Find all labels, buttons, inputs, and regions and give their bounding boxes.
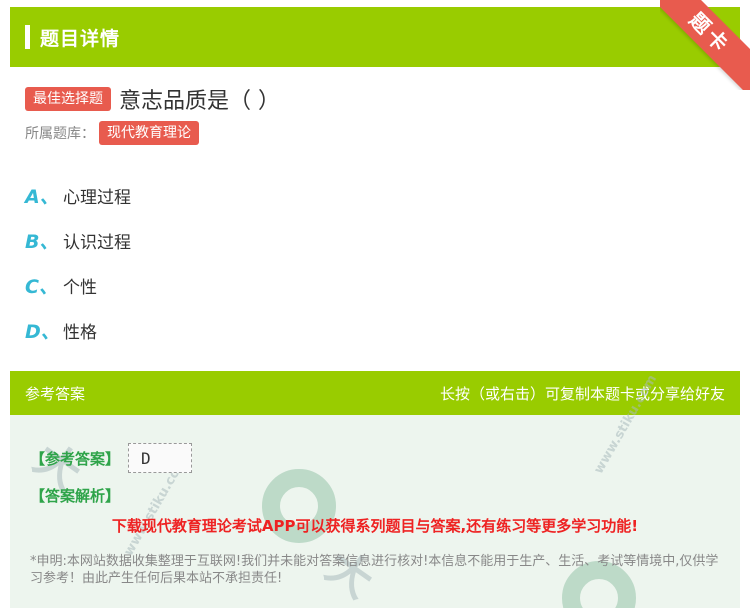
share-hint: 长按（或右击）可复制本题卡或分享给好友	[439, 384, 725, 403]
option-b[interactable]: B、 认识过程	[25, 218, 131, 263]
page-title: 题目详情	[40, 27, 121, 50]
card-header: 题目详情 题卡	[10, 0, 750, 90]
category-label: 所属题库：	[25, 126, 95, 142]
option-d[interactable]: D、 性格	[25, 308, 131, 353]
option-text: 个性	[63, 278, 97, 298]
option-letter: B、	[25, 231, 59, 253]
reference-answer-label: 【参考答案】	[30, 449, 121, 468]
card-ribbon[interactable]: 题卡	[660, 0, 750, 90]
answer-panel: 大 大 www.stiku.com www.stiku.com 参考答案 长按（…	[10, 371, 740, 608]
category-row: 所属题库： 现代教育理论	[25, 121, 199, 145]
option-letter: A、	[25, 186, 59, 208]
option-letter: D、	[25, 321, 60, 343]
question-type-tag: 最佳选择题	[25, 87, 111, 111]
download-app-link[interactable]: 下载现代教育理论考试APP可以获得系列题目与答案,还有练习等更多学习功能!	[10, 515, 740, 536]
header-accent-bar	[25, 25, 30, 49]
ribbon-label: 题卡	[660, 0, 750, 90]
answer-header-title: 参考答案	[25, 384, 86, 403]
question-card: 题目详情 题卡 最佳选择题 意志品质是（ ） 所属题库： 现代教育理论 A、 心…	[10, 0, 750, 363]
option-c[interactable]: C、 个性	[25, 263, 131, 308]
reference-answer-value: D	[128, 443, 193, 473]
disclaimer-text: *申明:本网站数据收集整理于互联网!我们并未能对答案信息进行核对!本信息不能用于…	[30, 554, 719, 586]
question-row: 最佳选择题 意志品质是（ ）	[25, 83, 280, 115]
category-tag[interactable]: 现代教育理论	[99, 121, 199, 145]
options-list: A、 心理过程 B、 认识过程 C、 个性 D、 性格	[25, 173, 131, 353]
option-text: 认识过程	[63, 233, 131, 253]
option-text: 性格	[63, 323, 97, 343]
option-text: 心理过程	[63, 188, 131, 208]
option-letter: C、	[25, 276, 58, 298]
reference-answer-row: 【参考答案】 D	[30, 443, 193, 473]
question-text: 意志品质是（ ）	[119, 89, 280, 114]
option-a[interactable]: A、 心理过程	[25, 173, 131, 218]
answer-analysis-label: 【答案解析】	[30, 487, 121, 505]
